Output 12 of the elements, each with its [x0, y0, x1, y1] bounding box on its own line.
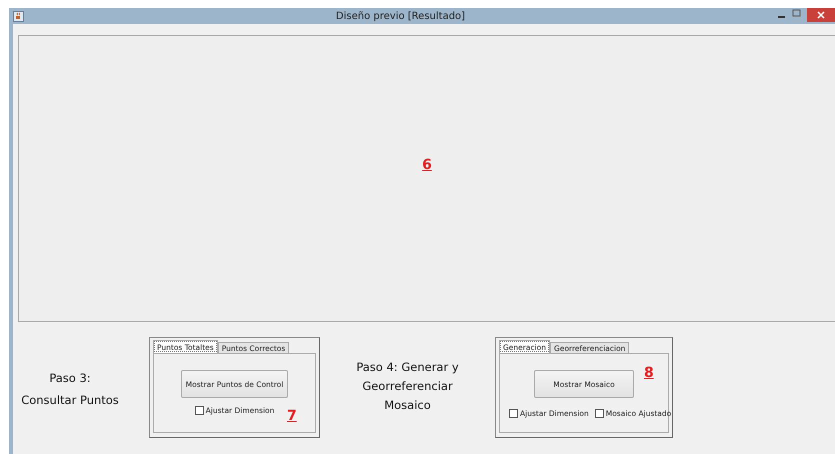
maximize-icon[interactable]	[792, 9, 801, 18]
marker-label: 7	[287, 408, 297, 424]
marker-label: 8	[644, 365, 654, 381]
java-cup-icon	[13, 10, 24, 22]
checkbox[interactable]	[194, 406, 204, 415]
step-label: Paso 4: Generar y Georreferenciar Mosaico	[355, 359, 460, 414]
checkbox[interactable]	[594, 409, 604, 418]
marker-label: 6	[422, 156, 432, 172]
step-label: Paso 3: Consultar Puntos	[20, 370, 120, 409]
checkbox[interactable]	[509, 409, 518, 418]
close-icon[interactable]	[807, 8, 835, 22]
window-title: Diseño previo [Resultado]	[334, 10, 466, 22]
